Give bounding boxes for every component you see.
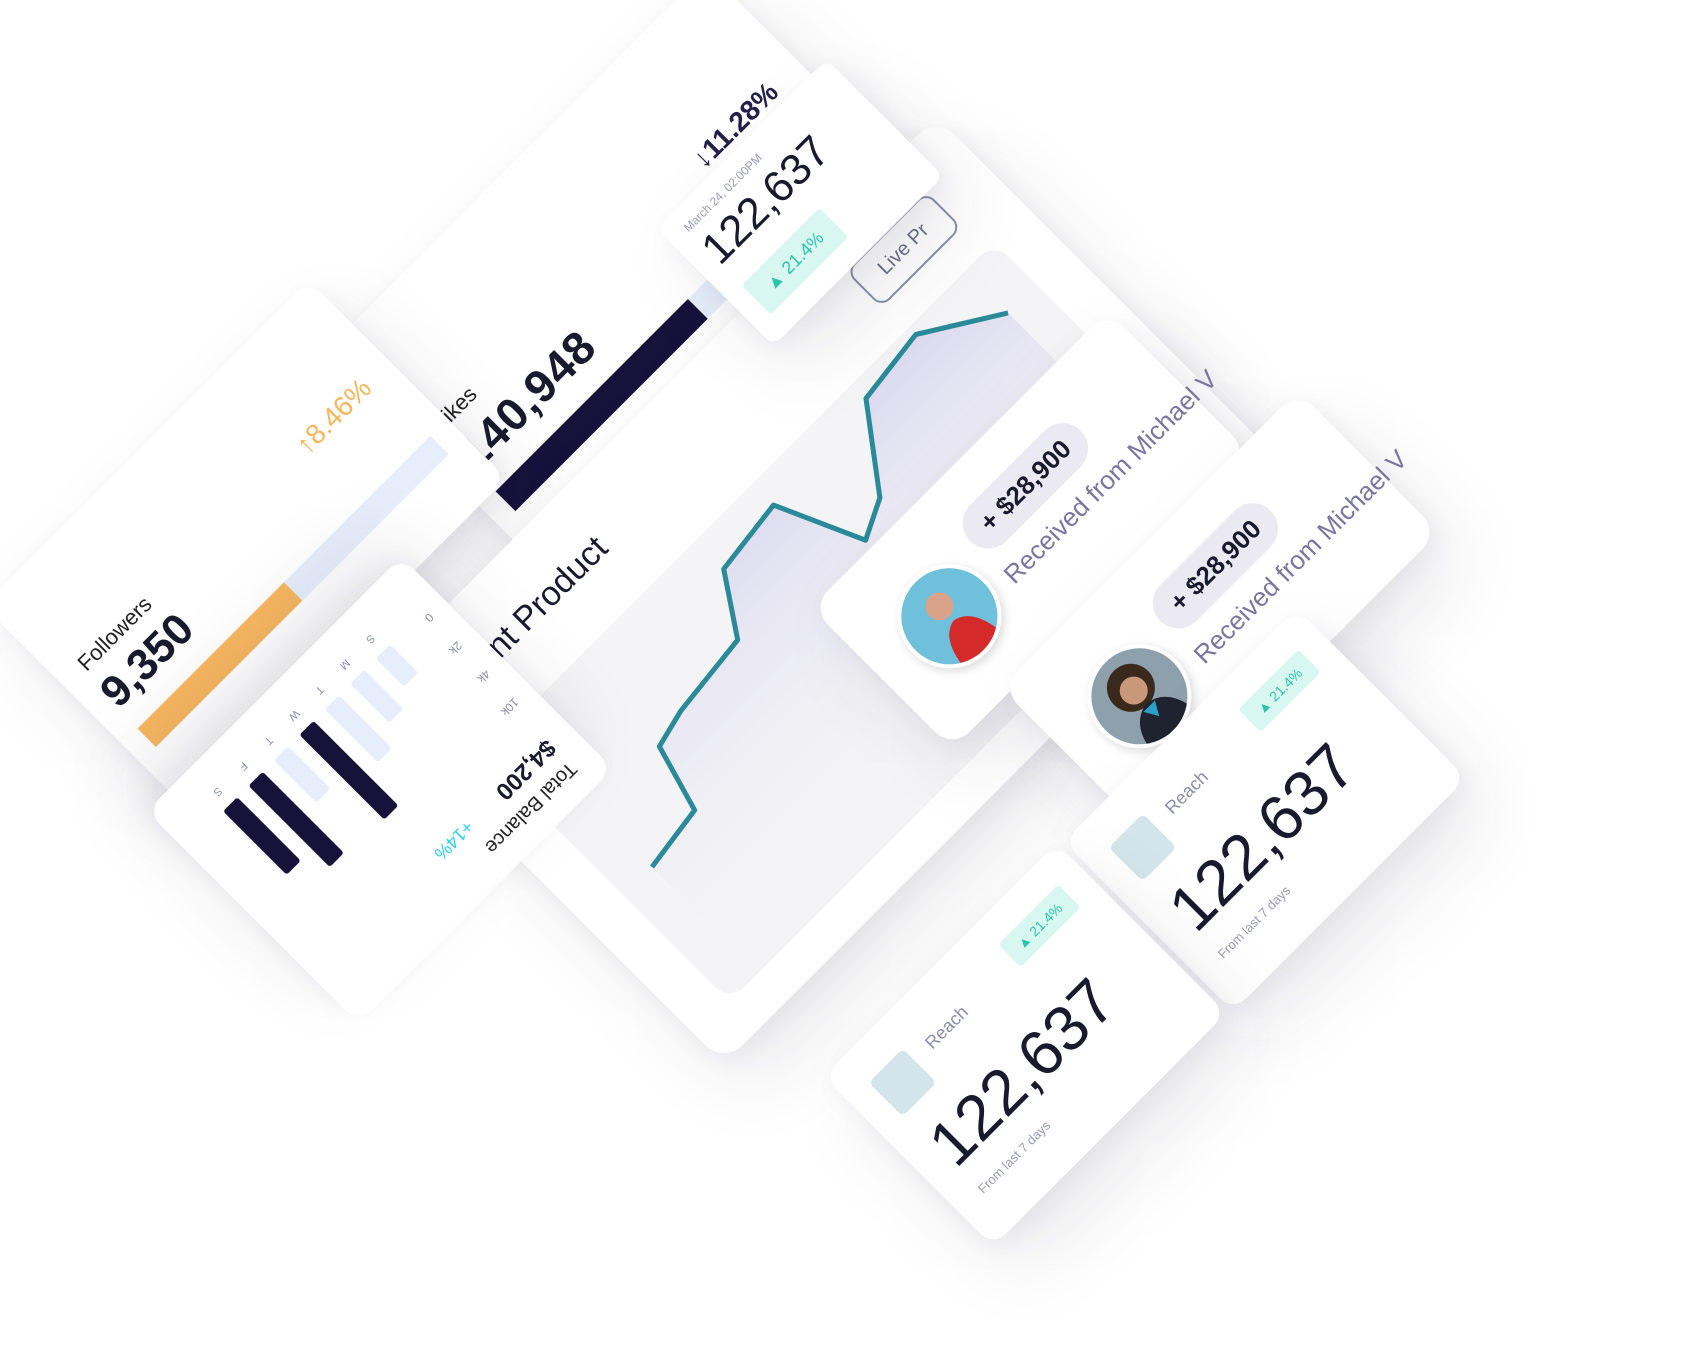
weekly-bar bbox=[375, 644, 419, 687]
reach-icon bbox=[868, 1048, 937, 1117]
day-label: S bbox=[210, 784, 225, 799]
weekly-bar bbox=[248, 771, 344, 868]
reach-label: Reach bbox=[921, 1001, 972, 1053]
y-tick: 4k bbox=[474, 666, 494, 686]
day-label: S bbox=[363, 631, 377, 646]
day-label: M bbox=[337, 656, 353, 672]
day-label: T bbox=[261, 733, 275, 748]
growth-badge: ▲ 21.4% bbox=[1237, 649, 1321, 733]
y-tick: 10k bbox=[497, 695, 522, 719]
growth-badge: ▲ 21.4% bbox=[997, 884, 1081, 968]
followers-change: ↑8.46% bbox=[289, 372, 378, 461]
weekly-bar bbox=[299, 720, 399, 820]
day-label: W bbox=[285, 707, 302, 723]
reach-icon bbox=[1108, 813, 1177, 882]
y-tick: 0 bbox=[421, 610, 437, 626]
day-label: F bbox=[236, 759, 250, 773]
reach-label: Reach bbox=[1161, 766, 1212, 818]
y-tick: 2k bbox=[445, 638, 465, 658]
day-label: T bbox=[312, 682, 326, 697]
total-balance-change: +14% bbox=[430, 816, 478, 864]
